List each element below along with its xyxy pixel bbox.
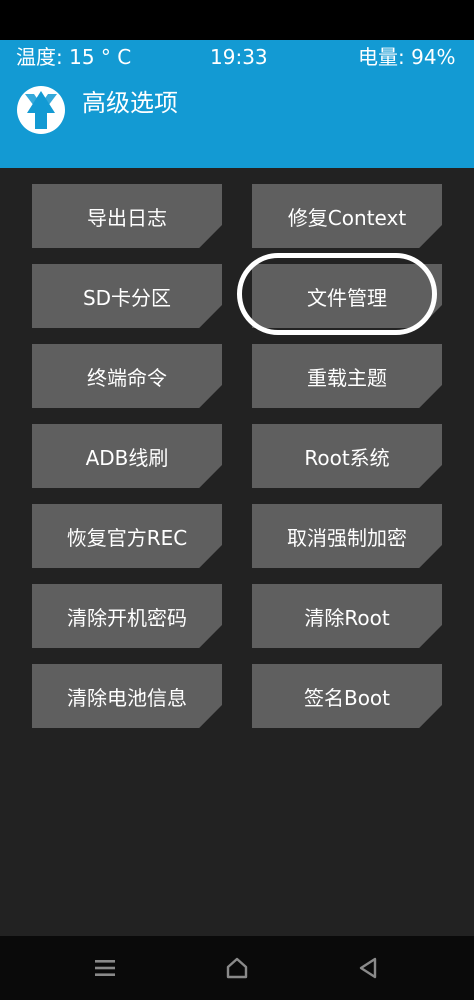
sign-boot-button[interactable]: 签名Boot <box>252 664 442 728</box>
file-manager-button[interactable]: 文件管理 <box>252 264 442 328</box>
twrp-logo-icon <box>16 85 66 135</box>
restore-stock-rec-button[interactable]: 恢复官方REC <box>32 504 222 568</box>
temperature-status: 温度: 15 ° C <box>16 45 132 69</box>
sd-partition-button[interactable]: SD卡分区 <box>32 264 222 328</box>
clock-status: 19:33 <box>210 45 268 69</box>
clear-battery-info-button[interactable]: 清除电池信息 <box>32 664 222 728</box>
reload-theme-button[interactable]: 重载主题 <box>252 344 442 408</box>
home-icon[interactable] <box>217 948 257 988</box>
root-system-button[interactable]: Root系统 <box>252 424 442 488</box>
page-title: 高级选项 <box>82 89 178 117</box>
adb-sideload-button[interactable]: ADB线刷 <box>32 424 222 488</box>
disable-force-encrypt-button[interactable]: 取消强制加密 <box>252 504 442 568</box>
clear-root-button[interactable]: 清除Root <box>252 584 442 648</box>
export-log-button[interactable]: 导出日志 <box>32 184 222 248</box>
back-icon[interactable] <box>348 948 388 988</box>
battery-status: 电量: 94% <box>358 45 456 69</box>
system-status-strip <box>0 0 474 40</box>
clear-lock-password-button[interactable]: 清除开机密码 <box>32 584 222 648</box>
menu-icon[interactable] <box>85 948 125 988</box>
fix-context-button[interactable]: 修复Context <box>252 184 442 248</box>
terminal-button[interactable]: 终端命令 <box>32 344 222 408</box>
